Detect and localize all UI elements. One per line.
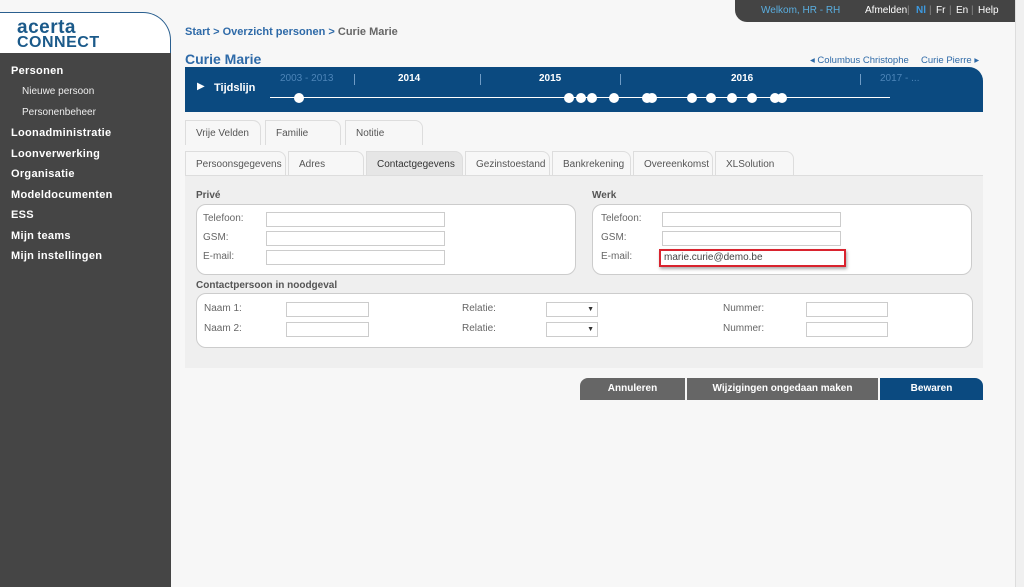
- save-button[interactable]: Bewaren: [880, 378, 983, 400]
- dropdown-arrow-icon: ▼: [587, 306, 594, 313]
- breadcrumb-current: Curie Marie: [337, 26, 398, 38]
- page-title: Curie Marie: [185, 51, 262, 67]
- sidebar-item-personenbeheer[interactable]: Personenbeheer: [22, 107, 96, 118]
- tab-vrije-velden[interactable]: Vrije Velden: [185, 120, 261, 145]
- label: Naam 1:: [204, 303, 242, 314]
- logo-line2: connect: [17, 34, 100, 51]
- werk-email-input[interactable]: marie.curie@demo.be: [659, 249, 846, 267]
- tab-xlsolution[interactable]: XLSolution: [715, 151, 794, 176]
- sidebar-item-ess[interactable]: ESS: [11, 209, 34, 221]
- nummer2-input[interactable]: [806, 322, 888, 337]
- werk-title: Werk: [592, 190, 617, 201]
- lang-en-link[interactable]: En: [956, 5, 968, 16]
- contact-panel: Privé Telefoon: GSM: E-mail: Werk Telefo…: [185, 175, 983, 368]
- timeline-toggle[interactable]: Tijdslijn: [214, 82, 255, 94]
- undo-changes-button[interactable]: Wijzigingen ongedaan maken: [687, 378, 878, 400]
- timeline-event-dot[interactable]: [727, 93, 737, 103]
- tab-adres[interactable]: Adres: [288, 151, 364, 176]
- dropdown-arrow-icon: ▼: [587, 326, 594, 333]
- timeline-period[interactable]: 2017 - ...: [880, 73, 919, 84]
- timeline-event-dot[interactable]: [576, 93, 586, 103]
- lang-fr-link[interactable]: Fr: [936, 5, 945, 16]
- naam2-input[interactable]: [286, 322, 369, 337]
- timeline-event-dot[interactable]: [747, 93, 757, 103]
- logout-link[interactable]: Afmelden: [865, 5, 907, 16]
- label: E-mail:: [601, 251, 633, 262]
- prev-person-link[interactable]: ◂ Columbus Christophe: [810, 55, 909, 66]
- breadcrumb-start[interactable]: Start: [185, 26, 210, 38]
- label: Nummer:: [723, 323, 765, 334]
- noodgeval-group: Naam 1: Relatie: ▼ Nummer: Naam 2: Relat…: [196, 293, 973, 348]
- sidebar-item-loonverwerking[interactable]: Loonverwerking: [11, 148, 100, 160]
- tab-bankrekening[interactable]: Bankrekening: [552, 151, 631, 176]
- breadcrumb-overzicht[interactable]: Overzicht personen: [223, 26, 326, 38]
- noodgeval-title: Contactpersoon in noodgeval: [196, 280, 338, 291]
- prive-gsm-input[interactable]: [266, 231, 445, 246]
- nummer1-input[interactable]: [806, 302, 888, 317]
- sidebar-item-personen[interactable]: Personen: [11, 65, 64, 77]
- tab-contactgegevens[interactable]: Contactgegevens: [366, 151, 463, 176]
- werk-group: Telefoon: GSM: E-mail: marie.curie@demo.…: [592, 204, 972, 275]
- welcome-text: Welkom, HR - RH: [761, 5, 841, 16]
- timeline-period[interactable]: 2014: [398, 73, 420, 84]
- timeline-event-dot[interactable]: [706, 93, 716, 103]
- lang-nl-link[interactable]: Nl: [916, 5, 926, 16]
- label: Relatie:: [462, 323, 496, 334]
- label: Naam 2:: [204, 323, 242, 334]
- timeline-period[interactable]: 2015: [539, 73, 561, 84]
- logo-line1: acerta: [17, 17, 76, 38]
- timeline-period[interactable]: 2003 - 2013: [280, 73, 333, 84]
- timeline-event-dot[interactable]: [587, 93, 597, 103]
- timeline-event-dot[interactable]: [687, 93, 697, 103]
- sidebar-item-nieuwe-persoon[interactable]: Nieuwe persoon: [22, 86, 94, 97]
- prive-title: Privé: [196, 190, 221, 201]
- relatie2-select[interactable]: ▼: [546, 322, 598, 337]
- tab-overeenkomst[interactable]: Overeenkomst: [633, 151, 713, 176]
- sidebar: Personen Nieuwe persoon Personenbeheer L…: [0, 53, 171, 587]
- scrollbar[interactable]: [1015, 0, 1024, 587]
- timeline-event-dot[interactable]: [294, 93, 304, 103]
- chevron-right-icon: ▸: [971, 55, 980, 66]
- prive-email-input[interactable]: [266, 250, 445, 265]
- sidebar-item-modeldocumenten[interactable]: Modeldocumenten: [11, 189, 113, 201]
- timeline-period[interactable]: 2016: [731, 73, 753, 84]
- label: Telefoon:: [203, 213, 244, 224]
- timeline-event-dot[interactable]: [609, 93, 619, 103]
- tab-gezinstoestand[interactable]: Gezinstoestand: [465, 151, 550, 176]
- sidebar-item-mijn-instellingen[interactable]: Mijn instellingen: [11, 250, 102, 262]
- label: Nummer:: [723, 303, 765, 314]
- relatie1-select[interactable]: ▼: [546, 302, 598, 317]
- cancel-button[interactable]: Annuleren: [580, 378, 685, 400]
- werk-telefoon-input[interactable]: [662, 212, 841, 227]
- label: Relatie:: [462, 303, 496, 314]
- prive-group: Telefoon: GSM: E-mail:: [196, 204, 576, 275]
- label: E-mail:: [203, 251, 235, 262]
- tab-notitie[interactable]: Notitie: [345, 120, 423, 145]
- help-link[interactable]: Help: [978, 5, 999, 16]
- tab-persoonsgegevens[interactable]: Persoonsgegevens: [185, 151, 286, 176]
- label: GSM:: [601, 232, 627, 243]
- next-person-link[interactable]: Curie Pierre ▸: [921, 55, 979, 66]
- triangle-right-icon[interactable]: ▶: [197, 81, 205, 92]
- timeline-event-dot[interactable]: [564, 93, 574, 103]
- prive-telefoon-input[interactable]: [266, 212, 445, 227]
- label: GSM:: [203, 232, 229, 243]
- sidebar-item-loonadministratie[interactable]: Loonadministratie: [11, 127, 111, 139]
- top-bar: Welkom, HR - RH Afmelden | Nl | Fr | En …: [735, 0, 1015, 22]
- timeline: ▶ Tijdslijn 2003 - 2013 2014 2015 2016 2…: [185, 67, 983, 112]
- label: Telefoon:: [601, 213, 642, 224]
- sidebar-item-mijn-teams[interactable]: Mijn teams: [11, 230, 71, 242]
- breadcrumb: Start > Overzicht personen > Curie Marie: [185, 26, 398, 38]
- tab-familie[interactable]: Familie: [265, 120, 341, 145]
- timeline-event-dot[interactable]: [777, 93, 787, 103]
- sidebar-item-organisatie[interactable]: Organisatie: [11, 168, 75, 180]
- acerta-logo[interactable]: acerta connect: [0, 12, 171, 54]
- timeline-event-dot[interactable]: [647, 93, 657, 103]
- werk-gsm-input[interactable]: [662, 231, 841, 246]
- naam1-input[interactable]: [286, 302, 369, 317]
